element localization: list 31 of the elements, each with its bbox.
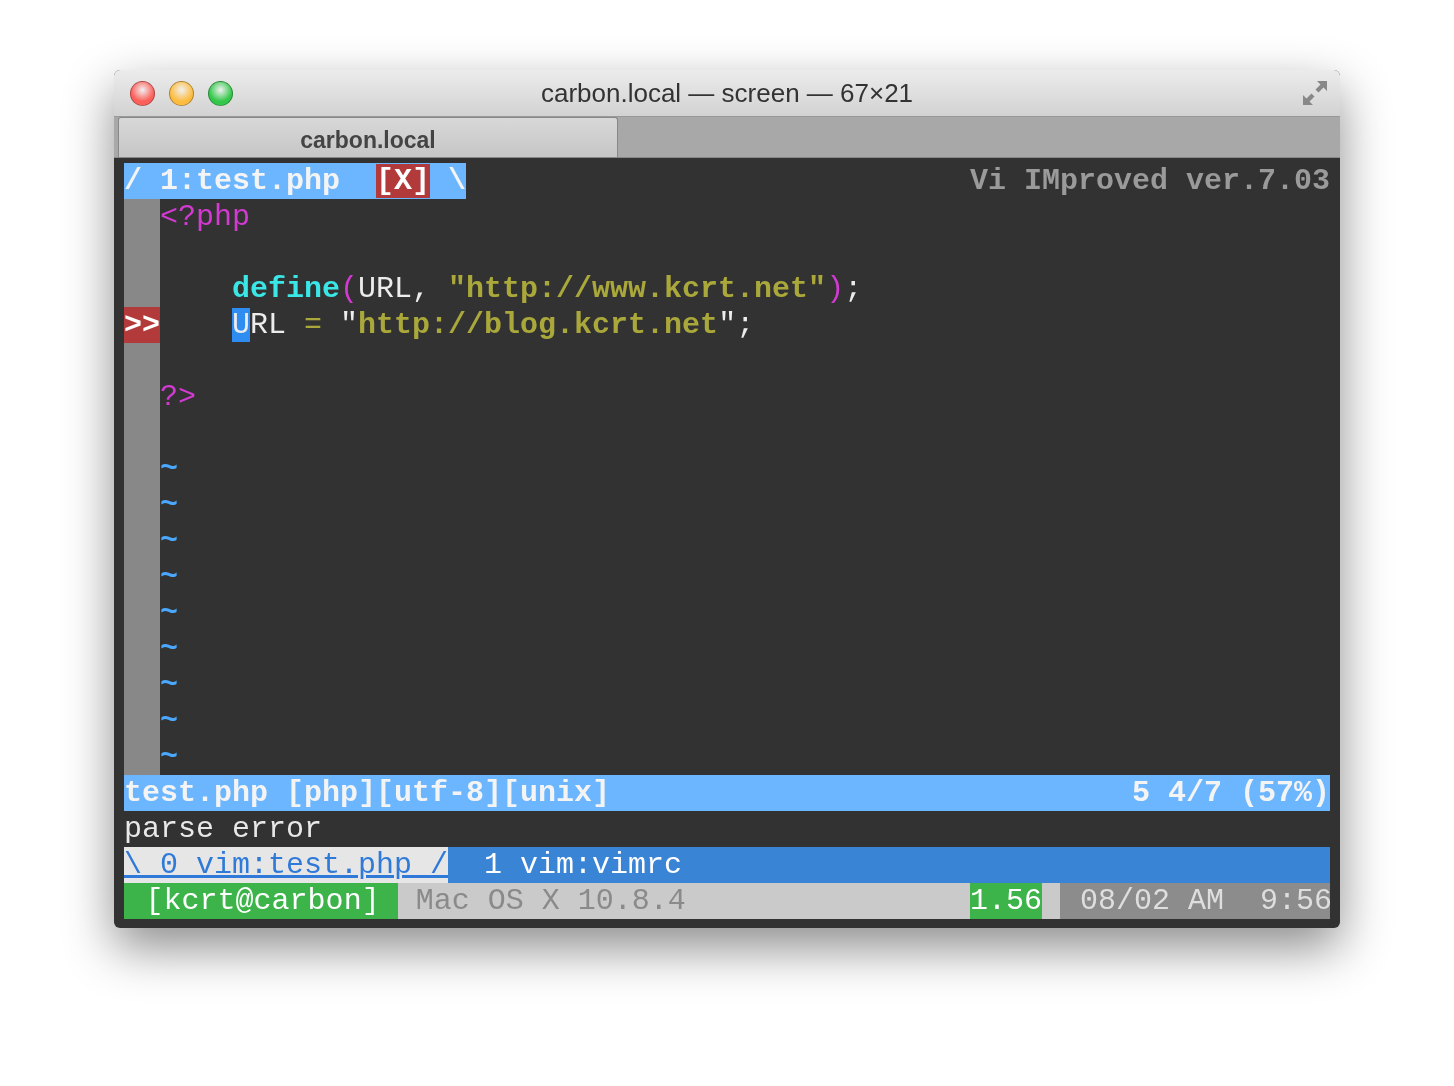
code-line: <?php <box>160 199 250 235</box>
zoom-button[interactable] <box>208 80 233 106</box>
screen-window[interactable]: \ 0 vim:test.php / <box>124 847 449 883</box>
load-average: 1.56 <box>970 883 1060 919</box>
fullscreen-icon[interactable] <box>1300 78 1330 108</box>
close-button[interactable] <box>130 80 155 106</box>
file-info: test.php [php][utf-8][unix] <box>124 775 611 811</box>
empty-line-marker: ~ <box>160 559 178 595</box>
code-line: define(URL, "http://www.kcrt.net"); <box>231 271 863 307</box>
code-line: ?> <box>160 379 196 415</box>
empty-line-marker: ~ <box>160 667 178 703</box>
empty-line-marker: ~ <box>160 487 178 523</box>
error-message: parse error <box>124 811 323 847</box>
empty-line-marker: ~ <box>160 739 178 775</box>
os-label: Mac OS X 10.8.4 <box>397 883 970 919</box>
minimize-button[interactable] <box>169 80 194 106</box>
host-label: [kcrt@carbon] <box>124 883 398 919</box>
clock: 08/02 AM 9:56 <box>1060 883 1330 919</box>
vim-version: Vi IMproved ver.7.03 <box>969 163 1330 199</box>
error-sign: >> <box>124 307 160 343</box>
vim-tab[interactable]: / 1:test.php [X] \ <box>124 163 467 199</box>
empty-line-marker: ~ <box>160 451 178 487</box>
empty-line-marker: ~ <box>160 703 178 739</box>
empty-line-marker: ~ <box>160 595 178 631</box>
terminal-tab[interactable]: carbon.local <box>118 117 618 157</box>
cursor-position: 5 4/7 (57%) <box>1131 775 1330 811</box>
screen-window[interactable]: 1 vim:vimrc <box>448 847 683 883</box>
code-line: URL = "http://blog.kcrt.net"; <box>231 307 755 343</box>
empty-line-marker: ~ <box>160 631 178 667</box>
window-title: carbon.local — screen — 67×21 <box>540 77 914 108</box>
empty-line-marker: ~ <box>160 523 178 559</box>
